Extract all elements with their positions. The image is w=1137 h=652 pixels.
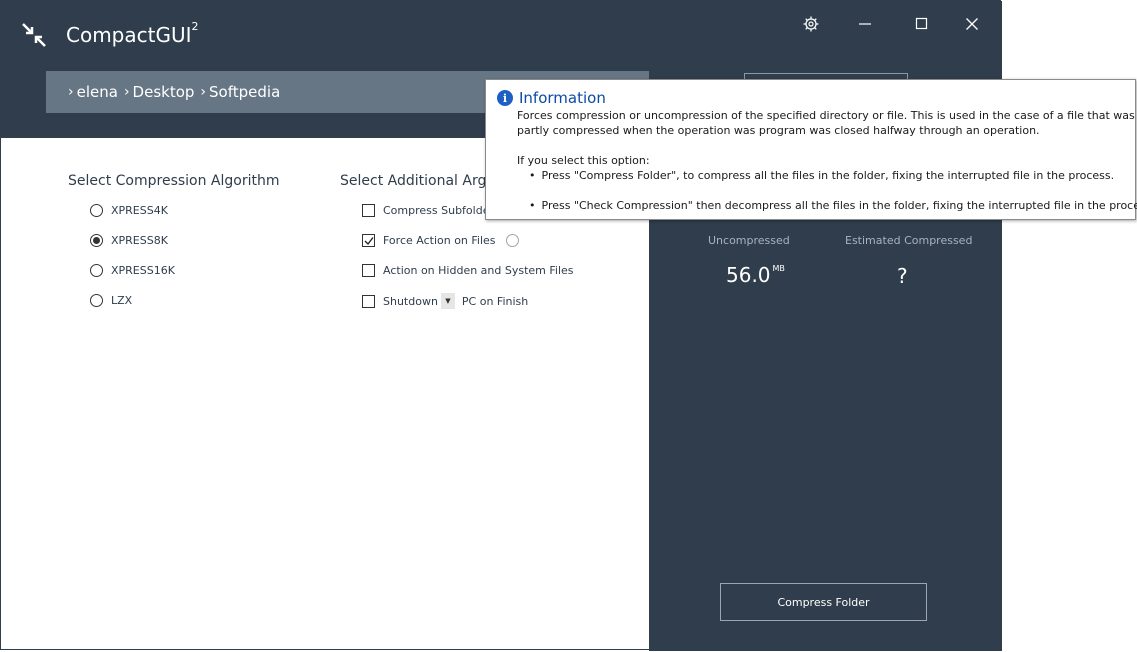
checkbox[interactable]	[362, 294, 375, 308]
checkmark-icon	[364, 236, 374, 245]
uncompressed-label: Uncompressed	[708, 234, 790, 247]
checkbox-hidden-system[interactable]: Action on Hidden and System Files	[362, 264, 574, 277]
arguments-heading: Select Additional Argu	[340, 173, 496, 189]
uncompressed-unit: MB	[772, 264, 785, 274]
radio-label: XPRESS4K	[111, 204, 168, 217]
checkbox-checked[interactable]	[362, 234, 375, 247]
radio-button[interactable]	[90, 264, 103, 277]
radio-button[interactable]	[90, 294, 103, 307]
uncompressed-value: 56.0 MB	[726, 263, 785, 287]
radio-xpress16k[interactable]: XPRESS16K	[90, 264, 175, 277]
compact-logo-icon	[21, 22, 47, 48]
checkbox-label: Shutdown	[383, 294, 438, 308]
radio-label: LZX	[111, 294, 133, 307]
checkbox[interactable]	[362, 204, 375, 217]
checkbox-force-action[interactable]: Force Action on Files	[362, 234, 519, 247]
chevron-right-icon: ›	[123, 84, 130, 100]
tooltip-bullet-1: Press "Compress Folder", to compress all…	[529, 169, 1115, 182]
info-hint-icon[interactable]	[505, 234, 519, 247]
shutdown-suffix-label: PC on Finish	[461, 294, 529, 308]
radio-button-selected[interactable]	[90, 234, 103, 247]
estimated-compressed-value: ?	[897, 264, 908, 288]
maximize-icon[interactable]	[909, 13, 935, 35]
app-title-text: CompactGUI	[66, 23, 192, 47]
checkbox-label: Force Action on Files	[383, 234, 496, 247]
checkbox[interactable]	[362, 264, 375, 277]
info-icon: i	[497, 90, 513, 106]
shutdown-mode-dropdown[interactable]: ▼	[440, 293, 455, 309]
checkbox-label: Compress Subfolder	[383, 204, 494, 217]
minimize-icon[interactable]	[852, 13, 878, 35]
uncompressed-number: 56.0	[726, 263, 771, 287]
radio-label: XPRESS16K	[111, 264, 175, 277]
app-title: CompactGUI2	[66, 20, 199, 47]
breadcrumb-item-desktop[interactable]: › Desktop	[124, 83, 194, 101]
breadcrumb-label: elena	[76, 83, 118, 101]
tooltip-line-2: partly compressed when the operation was…	[517, 124, 1040, 137]
chevron-right-icon: ›	[68, 84, 74, 100]
tooltip-line-1: Forces compression or uncompression of t…	[517, 109, 1135, 122]
checkbox-label: Action on Hidden and System Files	[383, 264, 574, 277]
breadcrumb-label: Softpedia	[209, 83, 281, 101]
radio-xpress4k[interactable]: XPRESS4K	[90, 204, 168, 217]
tooltip-line-3: If you select this option:	[517, 154, 650, 167]
tooltip-title: i Information	[497, 89, 606, 107]
radio-lzx[interactable]: LZX	[90, 294, 132, 307]
breadcrumb-item-softpedia[interactable]: › Softpedia	[200, 83, 280, 101]
radio-button[interactable]	[90, 204, 103, 217]
close-icon[interactable]	[959, 13, 985, 35]
algorithm-heading: Select Compression Algorithm	[68, 173, 280, 189]
compress-folder-button[interactable]: Compress Folder	[720, 583, 927, 621]
information-tooltip: i Information Forces compression or unco…	[485, 79, 1137, 220]
radio-xpress8k[interactable]: XPRESS8K	[90, 234, 168, 247]
checkbox-shutdown[interactable]: Shutdown ▼ PC on Finish	[362, 293, 528, 309]
tooltip-title-text: Information	[519, 89, 606, 107]
chevron-down-icon: ▼	[445, 297, 451, 305]
breadcrumb-item-elena[interactable]: › elena	[68, 83, 118, 101]
estimated-compressed-label: Estimated Compressed	[845, 234, 973, 247]
app-title-superscript: 2	[191, 20, 199, 34]
tooltip-bullet-2: Press "Check Compression" then decompres…	[529, 199, 1137, 212]
checkbox-compress-subfolders[interactable]: Compress Subfolder	[362, 204, 494, 217]
gear-icon[interactable]	[798, 13, 824, 35]
chevron-right-icon: ›	[200, 84, 207, 100]
radio-label: XPRESS8K	[111, 234, 168, 247]
breadcrumb-label: Desktop	[132, 83, 195, 101]
